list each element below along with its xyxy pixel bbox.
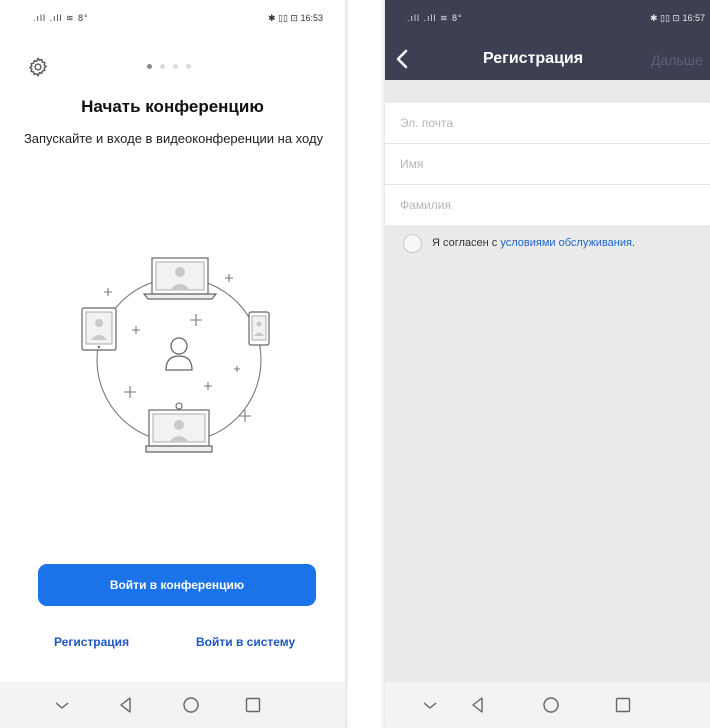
pager-dot [173, 64, 178, 69]
back-triangle-icon[interactable] [116, 695, 136, 715]
last-name-field[interactable] [385, 185, 710, 225]
agree-prefix: Я согласен с [432, 237, 501, 249]
status-bar: .ıll .ıll ≋ 8° ✱ ▯▯ ⊡ 16:57 [385, 0, 710, 40]
recent-square-icon[interactable] [613, 695, 633, 715]
settings-gear-icon[interactable] [27, 56, 49, 78]
status-right: ✱ ▯▯ ⊡ 16:53 [267, 13, 323, 23]
email-field[interactable] [385, 103, 710, 143]
status-right: ✱ ▯▯ ⊡ 16:57 [649, 13, 705, 23]
login-link[interactable]: Войти в систему [196, 635, 295, 649]
back-triangle-icon[interactable] [468, 695, 488, 715]
last-name-field-row [385, 185, 710, 225]
join-conference-button[interactable]: Войти в конференцию [38, 564, 316, 606]
status-bar: .ıll .ıll ≋ 8° ✱ ▯▯ ⊡ 16:53 [0, 0, 345, 40]
system-nav-bar [385, 682, 710, 728]
home-circle-icon[interactable] [541, 695, 561, 715]
home-circle-icon[interactable] [181, 695, 201, 715]
laptop-icon [142, 257, 218, 300]
page-description: Запускайте и входе в видеоконференции на… [23, 131, 324, 146]
terms-link[interactable]: условиями обслуживания [500, 237, 632, 249]
agree-suffix: . [631, 237, 636, 249]
onboarding-pager [147, 64, 191, 69]
terms-agreement: Я согласен с условиями обслуживания. [403, 233, 635, 253]
chevron-down-icon[interactable] [52, 695, 72, 715]
room-system-icon [145, 402, 213, 453]
registration-screen: .ıll .ıll ≋ 8° ✱ ▯▯ ⊡ 16:57 Регистрация … [385, 0, 710, 728]
pager-dot [186, 64, 191, 69]
page-title: Начать конференцию [81, 97, 264, 116]
start-conference-screen: .ıll .ıll ≋ 8° ✱ ▯▯ ⊡ 16:53 Начать конфе… [0, 0, 345, 728]
registration-header: .ıll .ıll ≋ 8° ✱ ▯▯ ⊡ 16:57 Регистрация … [385, 0, 710, 80]
tablet-icon [81, 307, 117, 351]
conference-illustration-icon [81, 257, 270, 453]
first-name-field[interactable] [385, 144, 710, 184]
pager-dot [160, 64, 165, 69]
system-nav-bar [0, 682, 345, 728]
registration-form [385, 103, 710, 225]
pager-dot-active [147, 64, 152, 69]
signal-indicators: .ıll .ıll ≋ 8° [407, 13, 463, 23]
signal-indicators: .ıll .ıll ≋ 8° [33, 13, 89, 23]
next-button[interactable]: Дальше [651, 52, 703, 68]
person-icon [165, 337, 193, 371]
phone-icon [248, 311, 270, 346]
chevron-down-icon[interactable] [420, 695, 440, 715]
agree-text: Я согласен с условиями обслуживания. [432, 237, 635, 249]
email-field-row [385, 103, 710, 144]
agree-radio[interactable] [403, 233, 422, 253]
page-title: Регистрация [483, 50, 584, 67]
first-name-field-row [385, 144, 710, 185]
back-chevron-icon[interactable] [396, 49, 408, 69]
recent-square-icon[interactable] [243, 695, 263, 715]
register-link[interactable]: Регистрация [54, 635, 129, 649]
